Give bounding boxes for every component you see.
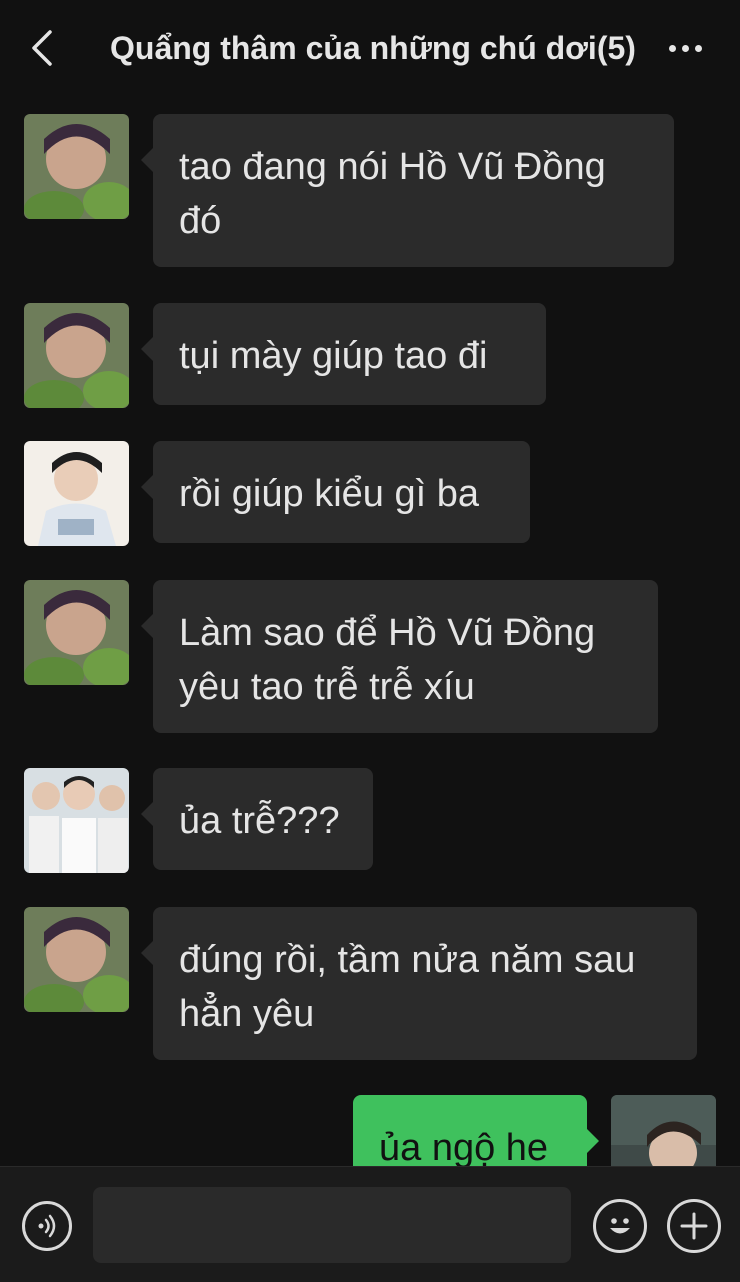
input-bar [0,1166,740,1282]
message-bubble[interactable]: ủa trễ??? [141,768,373,870]
plus-icon [680,1212,708,1240]
voice-icon [38,1214,56,1238]
message-bubble[interactable]: Làm sao để Hồ Vũ Đồng yêu tao trễ trễ xí… [141,580,658,733]
message-bubble[interactable]: rồi giúp kiểu gì ba [141,441,530,543]
emoji-icon [610,1218,630,1234]
more-dots-icon [668,44,676,52]
message-bubble[interactable]: tao đang nói Hồ Vũ Đồng đó [141,114,674,267]
back-button[interactable] [22,24,62,72]
avatar[interactable] [24,441,129,546]
avatar[interactable] [24,114,129,219]
message-bubble[interactable]: tụi mày giúp tao đi [141,303,546,405]
voice-button[interactable] [22,1201,72,1251]
my-avatar[interactable] [611,1095,716,1166]
avatar[interactable] [24,580,129,685]
message-list[interactable]: tao đang nói Hồ Vũ Đồng đó tụi mày giúp … [0,96,740,1166]
message-bubble[interactable]: đúng rồi, tầm nửa năm sau hẳn yêu [141,907,697,1060]
my-message-bubble[interactable]: ủa ngộ he [353,1095,599,1166]
chevron-left-icon [32,30,52,66]
chat-header: Quẩng thâm của những chú dơi(5) [0,0,740,96]
avatar[interactable] [24,303,129,408]
add-button[interactable] [667,1199,721,1253]
avatar[interactable] [24,768,129,873]
more-button[interactable] [660,24,710,72]
emoji-button[interactable] [593,1199,647,1253]
chat-title: Quẩng thâm của những chú dơi(5) [110,30,636,66]
avatar[interactable] [24,907,129,1012]
message-input[interactable] [93,1187,571,1263]
